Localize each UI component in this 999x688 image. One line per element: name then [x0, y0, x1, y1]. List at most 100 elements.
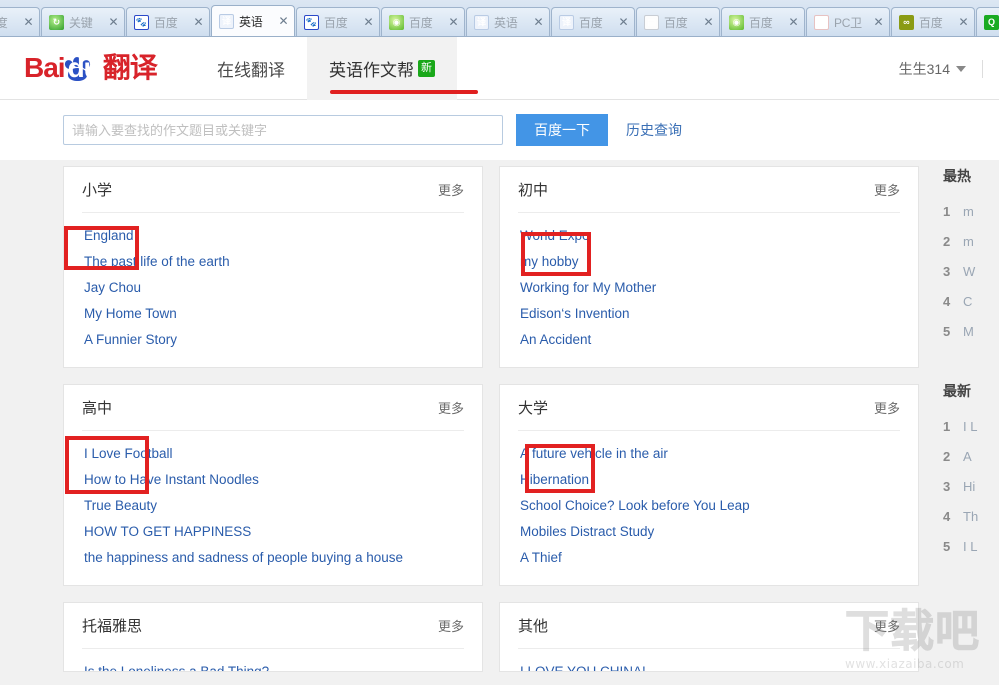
essay-link[interactable]: True Beauty — [82, 493, 464, 519]
browser-tab-label: 英语 — [494, 14, 529, 31]
annotation-underline-nav — [330, 90, 478, 94]
card-more-link[interactable]: 更多 — [874, 398, 900, 417]
close-icon[interactable]: ✕ — [277, 15, 290, 28]
card-more-link[interactable]: 更多 — [874, 616, 900, 635]
account-name: 生生314 — [899, 59, 950, 79]
rail-row[interactable]: 2A — [943, 442, 999, 472]
page-root: Baidu翻译 在线翻译 英语作文帮 新 生生314 百度一下 历史查询 小学更… — [0, 37, 999, 685]
close-icon[interactable]: ✕ — [702, 16, 715, 29]
essay-link[interactable]: How to Have Instant Noodles — [82, 467, 464, 493]
rail-row[interactable]: 5M — [943, 317, 999, 347]
rail-row[interactable]: 1m — [943, 197, 999, 227]
close-icon[interactable]: ✕ — [872, 16, 885, 29]
baidu-fanyi-logo[interactable]: Baidu翻译 — [24, 51, 157, 85]
card-header: 高中更多 — [82, 385, 464, 431]
account-menu[interactable]: 生生314 — [899, 37, 983, 100]
close-icon[interactable]: ✕ — [22, 16, 35, 29]
close-icon[interactable]: ✕ — [617, 16, 630, 29]
essay-link[interactable]: I Love Football — [82, 441, 464, 467]
browser-tab[interactable]: ◉百度✕ — [721, 7, 805, 36]
essay-link[interactable]: Hibernation — [518, 467, 900, 493]
essay-link[interactable]: Is the Loneliness a Bad Thing? — [82, 659, 464, 672]
essay-link[interactable]: World Expo — [518, 223, 900, 249]
close-icon[interactable]: ✕ — [447, 16, 460, 29]
search-input[interactable] — [63, 115, 503, 145]
close-icon[interactable]: ✕ — [532, 16, 545, 29]
card-more-link[interactable]: 更多 — [438, 616, 464, 635]
browser-tab-strip: T百度✕↻关键✕🐾百度✕译英语✕🐾百度✕◉百度✕译英语✕译百度✕▤百度✕◉百度✕… — [0, 0, 999, 37]
translate-icon: 译 — [474, 15, 489, 30]
browser-tab[interactable]: ↻关键✕ — [41, 7, 125, 36]
card-header: 小学更多 — [82, 167, 464, 213]
essay-link[interactable]: Edison‘s Invention — [518, 301, 900, 327]
globe-icon: ◉ — [729, 15, 744, 30]
essay-link[interactable]: Jay Chou — [82, 275, 464, 301]
side-rail: 最热1m2m3W4C5M最新1I L2A3Hi4Th5I L — [935, 166, 999, 596]
essay-link[interactable]: The past life of the earth — [82, 249, 464, 275]
card-more-link[interactable]: 更多 — [438, 398, 464, 417]
rail-item-label: I L — [963, 412, 977, 442]
browser-tab[interactable]: 译英语✕ — [211, 5, 295, 36]
essay-link[interactable]: England — [82, 223, 464, 249]
history-query-link[interactable]: 历史查询 — [626, 120, 682, 140]
browser-tab[interactable]: T百度✕ — [0, 7, 40, 36]
translate-icon: 译 — [559, 15, 574, 30]
card-title: 其他 — [518, 615, 548, 636]
essay-link[interactable]: A Funnier Story — [82, 327, 464, 353]
close-icon[interactable]: ✕ — [192, 16, 205, 29]
browser-tab[interactable]: 🐾百度✕ — [126, 7, 210, 36]
translate-icon: 译 — [219, 14, 234, 29]
card-more-link[interactable]: 更多 — [438, 180, 464, 199]
search-icon: Q — [984, 15, 999, 30]
rail-rank: 1 — [943, 412, 957, 442]
browser-tab[interactable]: ▤百度✕ — [636, 7, 720, 36]
logo-suffix-text: 翻译 — [103, 52, 157, 83]
close-icon[interactable]: ✕ — [787, 16, 800, 29]
card-header: 托福雅思更多 — [82, 603, 464, 649]
essay-link[interactable]: the happiness and sadness of people buyi… — [82, 545, 464, 571]
browser-tab[interactable]: 译英语✕ — [466, 7, 550, 36]
category-card: 其他 更多 I LOVE YOU CHINA! — [499, 602, 919, 672]
close-icon[interactable]: ✕ — [957, 16, 970, 29]
rail-item-label: Th — [963, 502, 978, 532]
close-icon[interactable]: ✕ — [362, 16, 375, 29]
rail-item-label: m — [963, 197, 974, 227]
close-icon[interactable]: ✕ — [107, 16, 120, 29]
search-button[interactable]: 百度一下 — [516, 114, 608, 146]
category-card: 大学 更多 A future vehicle in the airHibernati… — [499, 384, 919, 586]
essay-list: EnglandThe past life of the earthJay Cho… — [82, 213, 464, 367]
browser-tab[interactable]: 译百度✕ — [551, 7, 635, 36]
card-more-link[interactable]: 更多 — [874, 180, 900, 199]
rail-row[interactable]: 4C — [943, 287, 999, 317]
rail-row[interactable]: 2m — [943, 227, 999, 257]
essay-link[interactable]: Working for My Mother — [518, 275, 900, 301]
card-title: 大学 — [518, 397, 548, 418]
rail-rank: 5 — [943, 317, 957, 347]
essay-link[interactable]: A future vehicle in the air — [518, 441, 900, 467]
essay-link[interactable]: my hobby — [518, 249, 900, 275]
browser-tab[interactable]: BPC卫✕ — [806, 7, 890, 36]
rail-row[interactable]: 5I L — [943, 532, 999, 562]
rail-row[interactable]: 4Th — [943, 502, 999, 532]
search-bar: 百度一下 历史查询 — [0, 100, 999, 160]
browser-tab[interactable]: ◉百度✕ — [381, 7, 465, 36]
browser-tab[interactable]: ∞百度✕ — [891, 7, 975, 36]
browser-tab-label: 百度 — [0, 14, 19, 31]
essay-link[interactable]: An Accident — [518, 327, 900, 353]
rail-row[interactable]: 3Hi — [943, 472, 999, 502]
essay-link[interactable]: My Home Town — [82, 301, 464, 327]
rail-item-label: W — [963, 257, 975, 287]
rail-item-label: M — [963, 317, 974, 347]
rail-rank: 3 — [943, 472, 957, 502]
essay-link[interactable]: School Choice? Look before You Leap — [518, 493, 900, 519]
rail-row[interactable]: 3W — [943, 257, 999, 287]
nav-item-online-translate[interactable]: 在线翻译 — [195, 37, 307, 100]
essay-link[interactable]: Mobiles Distract Study — [518, 519, 900, 545]
rail-row[interactable]: 1 I L — [943, 412, 999, 442]
essay-link[interactable]: A Thief — [518, 545, 900, 571]
browser-tab[interactable]: Q百度✕ — [976, 7, 999, 36]
essay-link[interactable]: HOW TO GET HAPPINESS — [82, 519, 464, 545]
essay-link[interactable]: I LOVE YOU CHINA! — [518, 659, 900, 672]
browser-tab[interactable]: 🐾百度✕ — [296, 7, 380, 36]
rail-block: 最热1m2m3W4C5M — [935, 166, 999, 347]
